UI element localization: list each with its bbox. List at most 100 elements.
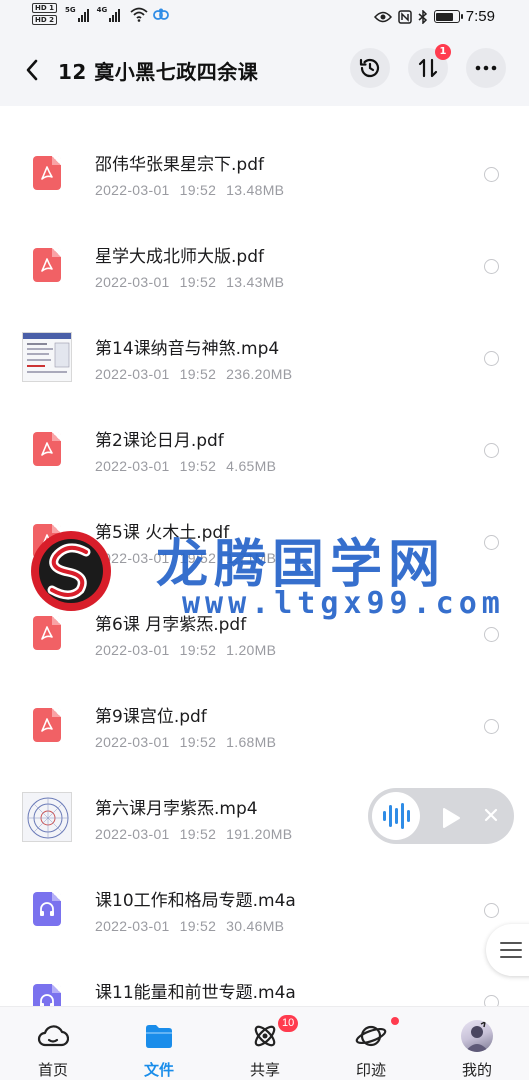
select-checkbox[interactable] [484, 351, 499, 366]
file-type-icon-wrap [22, 516, 72, 566]
audio-file-icon [33, 892, 61, 926]
play-icon [443, 808, 460, 828]
file-name: 第5课 火木土.pdf [95, 523, 230, 543]
nav-item-2[interactable]: 文件 [106, 1007, 212, 1080]
file-name: 课10工作和格局专题.m4a [95, 891, 296, 911]
file-name: 第6课 月孛紫炁.pdf [95, 615, 247, 635]
select-checkbox[interactable] [484, 535, 499, 550]
nav-item-3[interactable]: 10 共享 [212, 1007, 318, 1080]
file-row[interactable]: 第9课宫位.pdf 2022-03-01 19:52 1.68MB [0, 680, 529, 772]
nav-item-5[interactable]: 我的 [424, 1007, 529, 1080]
file-time: 19:52 [179, 274, 217, 290]
file-name: 第2课论日月.pdf [95, 431, 224, 451]
file-meta: 2022-03-01 19:52 13.48MB [95, 182, 294, 198]
file-type-icon-wrap [22, 976, 72, 1006]
sim1-signal-icon: 5G [65, 6, 89, 22]
nav-item-4[interactable]: 印迹 [318, 1007, 424, 1080]
file-size: 191.20MB [226, 826, 293, 842]
file-meta: 2022-03-01 19:52 191.20MB [95, 826, 302, 842]
file-meta: 2022-03-01 19:52 236.20MB [95, 366, 302, 382]
file-date: 2022-03-01 [95, 826, 170, 842]
file-meta: 2022-03-01 19:52 1.71MB [95, 550, 286, 566]
side-menu-handle[interactable] [486, 924, 529, 976]
file-row[interactable]: 第5课 火木土.pdf 2022-03-01 19:52 1.71MB [0, 496, 529, 588]
file-time: 19:52 [179, 826, 217, 842]
file-size: 1.20MB [226, 642, 277, 658]
file-date: 2022-03-01 [95, 550, 170, 566]
file-meta: 2022-03-01 19:52 1.20MB [95, 642, 286, 658]
more-button[interactable] [466, 48, 506, 88]
file-row[interactable]: 第14课纳音与神煞.mp4 2022-03-01 19:52 236.20MB [0, 312, 529, 404]
history-button[interactable] [350, 48, 390, 88]
hd2-tag: HD 2 [32, 15, 57, 25]
pdf-file-icon [33, 156, 61, 190]
pdf-file-icon [33, 708, 61, 742]
player-close-button[interactable] [482, 806, 500, 824]
hd-indicators: HD 1 HD 2 [32, 3, 57, 25]
file-name: 第9课宫位.pdf [95, 707, 207, 727]
nav-label: 首页 [37, 1061, 68, 1079]
file-name: 邵伟华张果星宗下.pdf [95, 155, 264, 175]
file-time: 19:52 [179, 366, 217, 382]
file-type-icon-wrap [22, 424, 72, 474]
file-type-icon-wrap [22, 608, 72, 658]
file-time: 19:52 [179, 182, 217, 198]
close-icon [484, 808, 498, 822]
file-row[interactable]: 第6课 月孛紫炁.pdf 2022-03-01 19:52 1.20MB [0, 588, 529, 680]
file-name: 第六课月孛紫炁.mp4 [95, 799, 258, 819]
file-type-icon-wrap [22, 240, 72, 290]
sim2-signal-icon: 4G [97, 6, 121, 22]
hd1-tag: HD 1 [32, 3, 57, 13]
file-name: 第14课纳音与神煞.mp4 [95, 339, 280, 359]
file-row[interactable]: 星学大成北师大版.pdf 2022-03-01 19:52 13.43MB [0, 220, 529, 312]
file-row[interactable]: 课10工作和格局专题.m4a 2022-03-01 19:52 30.46MB [0, 864, 529, 956]
file-date: 2022-03-01 [95, 642, 170, 658]
cloud-home-icon [35, 1020, 71, 1052]
file-row[interactable]: 邵伟华张果星宗下.pdf 2022-03-01 19:52 13.48MB [0, 128, 529, 220]
file-row[interactable]: 课11能量和前世专题.m4a [0, 956, 529, 1006]
status-bar: HD 1 HD 2 5G 4G 7:59 [0, 0, 529, 34]
wifi-icon [130, 7, 148, 22]
more-dots-icon [475, 65, 497, 71]
sim2-network-label: 4G [96, 6, 108, 14]
sim1-network-label: 5G [64, 6, 76, 14]
file-row[interactable]: 第2课论日月.pdf 2022-03-01 19:52 4.65MB [0, 404, 529, 496]
file-time: 19:52 [179, 642, 217, 658]
folder-icon [141, 1020, 177, 1052]
select-checkbox[interactable] [484, 719, 499, 734]
select-checkbox[interactable] [484, 903, 499, 918]
file-meta: 2022-03-01 19:52 30.46MB [95, 918, 294, 934]
file-meta: 2022-03-01 19:52 1.68MB [95, 734, 286, 750]
file-type-icon-wrap [22, 332, 72, 382]
select-checkbox[interactable] [484, 443, 499, 458]
bluetooth-icon [418, 9, 427, 24]
file-time: 19:52 [179, 550, 217, 566]
file-type-icon-wrap [22, 700, 72, 750]
select-checkbox[interactable] [484, 167, 499, 182]
pdf-file-icon [33, 432, 61, 466]
back-button[interactable] [16, 54, 48, 86]
nav-item-1[interactable]: 首页 [0, 1007, 106, 1080]
file-type-icon-wrap [22, 884, 72, 934]
file-size: 30.46MB [226, 918, 285, 934]
file-time: 19:52 [179, 458, 217, 474]
audio-file-icon [33, 984, 61, 1006]
file-date: 2022-03-01 [95, 734, 170, 750]
play-button[interactable] [440, 806, 462, 834]
pdf-file-icon [33, 248, 61, 282]
select-checkbox[interactable] [484, 627, 499, 642]
battery-fill [436, 12, 454, 21]
file-type-icon-wrap [22, 792, 72, 842]
select-checkbox[interactable] [484, 259, 499, 274]
file-date: 2022-03-01 [95, 458, 170, 474]
video-thumbnail [22, 332, 72, 382]
file-time: 19:52 [179, 734, 217, 750]
transfer-button[interactable]: 1 [408, 44, 451, 88]
nav-label: 共享 [249, 1061, 280, 1079]
nfc-icon [398, 9, 412, 24]
file-size: 13.48MB [226, 182, 285, 198]
select-checkbox[interactable] [484, 995, 499, 1006]
bottom-navigation: 首页 文件 10 共享 印迹 我的 [0, 1006, 529, 1080]
nav-badge: 10 [278, 1015, 299, 1032]
file-date: 2022-03-01 [95, 366, 170, 382]
